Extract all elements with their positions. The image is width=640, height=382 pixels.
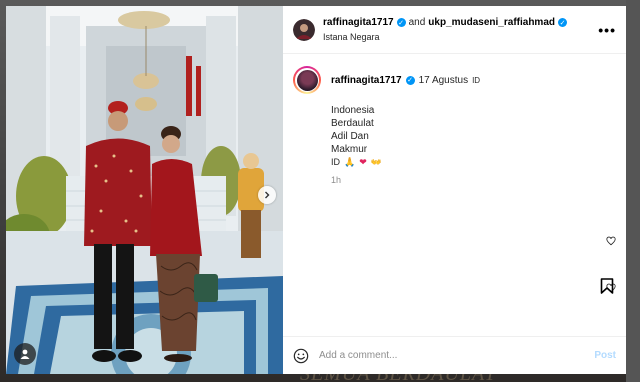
location-link[interactable]: Istana Negara: [323, 32, 567, 42]
post-button[interactable]: Post: [594, 350, 616, 361]
comment-bar: Add a comment... Post: [283, 336, 626, 374]
verified-icon: ✓: [558, 18, 567, 27]
comment-input[interactable]: Add a comment...: [319, 350, 594, 361]
emoji-picker-icon[interactable]: [293, 348, 309, 364]
bookmark-icon[interactable]: [600, 278, 614, 294]
caption-emoji-line: ID 🙏 ❤ 👐: [331, 156, 626, 169]
chevron-right-icon: [265, 191, 270, 199]
caption-line: Makmur: [331, 144, 368, 155]
user-icon: [20, 349, 30, 359]
more-options-button[interactable]: •••: [598, 22, 616, 38]
backdrop-edge: [626, 0, 640, 382]
author-username[interactable]: raffinagita1717: [323, 17, 394, 28]
carousel-next-button[interactable]: [258, 186, 276, 204]
hands-emoji: 👐: [370, 157, 382, 167]
post-photo: [6, 6, 283, 374]
pray-emoji: 🙏: [344, 157, 356, 167]
post-time: 1h: [331, 175, 342, 185]
verified-icon: ✓: [405, 75, 415, 85]
avatar[interactable]: [293, 18, 315, 41]
caption-line: Berdaulat: [331, 118, 374, 129]
post-actions: [283, 276, 626, 316]
story-avatar[interactable]: [293, 66, 321, 94]
and-text: and: [408, 17, 426, 28]
caption-line: Adil Dan: [331, 131, 369, 142]
caption-date: 17 Agustus: [418, 74, 469, 86]
heart-emoji: ❤: [359, 157, 367, 167]
tagged-users-button[interactable]: [14, 343, 36, 365]
post-info-panel: raffinagita1717 ✓ and ukp_mudaseni_raffi…: [283, 6, 626, 374]
caption-line: Indonesia: [331, 105, 375, 116]
caption-username[interactable]: raffinagita1717: [331, 75, 402, 86]
flag-text: ID: [331, 157, 340, 167]
heart-icon[interactable]: [606, 236, 616, 246]
post-header: raffinagita1717 ✓ and ukp_mudaseni_raffi…: [283, 6, 626, 54]
caption-body: Indonesia Berdaulat Adil Dan Makmur ID 🙏…: [331, 104, 626, 169]
flag-text: ID: [472, 75, 481, 85]
verified-icon: ✓: [396, 18, 406, 27]
post-modal: raffinagita1717 ✓ and ukp_mudaseni_raffi…: [6, 6, 626, 374]
collaborator-username[interactable]: ukp_mudaseni_raffiahmad: [428, 17, 555, 28]
